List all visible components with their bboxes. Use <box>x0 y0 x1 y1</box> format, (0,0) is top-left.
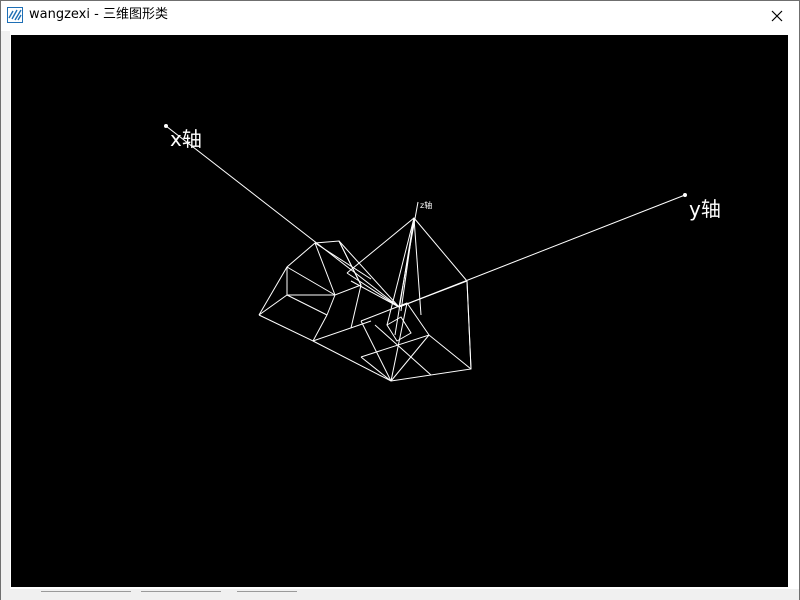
background-window-edge <box>1 31 10 591</box>
y-axis-label: y轴 <box>689 197 721 221</box>
close-button[interactable] <box>755 1 799 31</box>
wireframe-scene <box>164 124 687 382</box>
x-axis-line <box>165 125 400 308</box>
x-axis-end-marker <box>164 124 168 128</box>
lower-right-block <box>312 280 472 382</box>
window-title: wangzexi - 三维图形类 <box>29 7 168 22</box>
3d-scene: x轴 y轴 z轴 <box>164 124 721 382</box>
application-window: wangzexi - 三维图形类 x轴 y轴 z轴 <box>0 0 800 600</box>
background-tab-ghost <box>41 591 131 600</box>
background-window-bottom-edge <box>1 589 799 600</box>
x-axis-label: x轴 <box>170 127 202 151</box>
z-axis-label: z轴 <box>420 200 432 210</box>
background-tab-ghost <box>237 591 297 600</box>
y-axis-end-marker <box>683 193 687 197</box>
background-tab-ghost <box>141 591 221 600</box>
close-icon <box>771 7 783 26</box>
app-window-icon <box>7 7 23 23</box>
3d-canvas[interactable]: x轴 y轴 z轴 <box>11 35 788 587</box>
title-bar[interactable]: wangzexi - 三维图形类 <box>1 1 799 31</box>
pyramid <box>346 217 472 370</box>
